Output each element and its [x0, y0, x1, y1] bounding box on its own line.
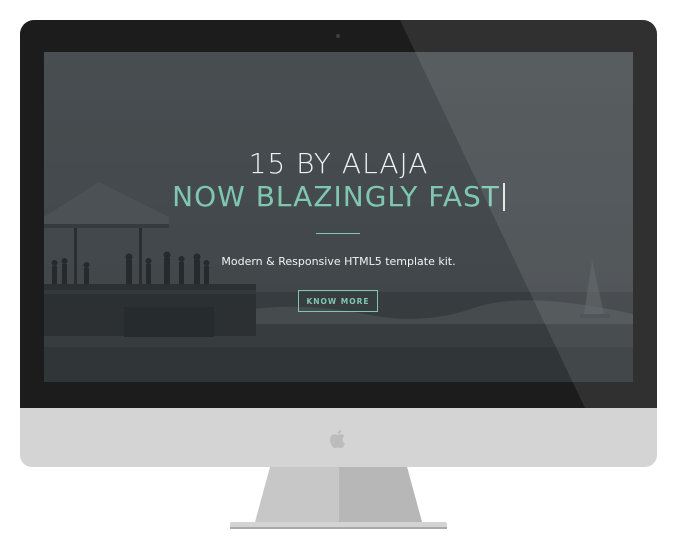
monitor-stand [230, 467, 447, 529]
